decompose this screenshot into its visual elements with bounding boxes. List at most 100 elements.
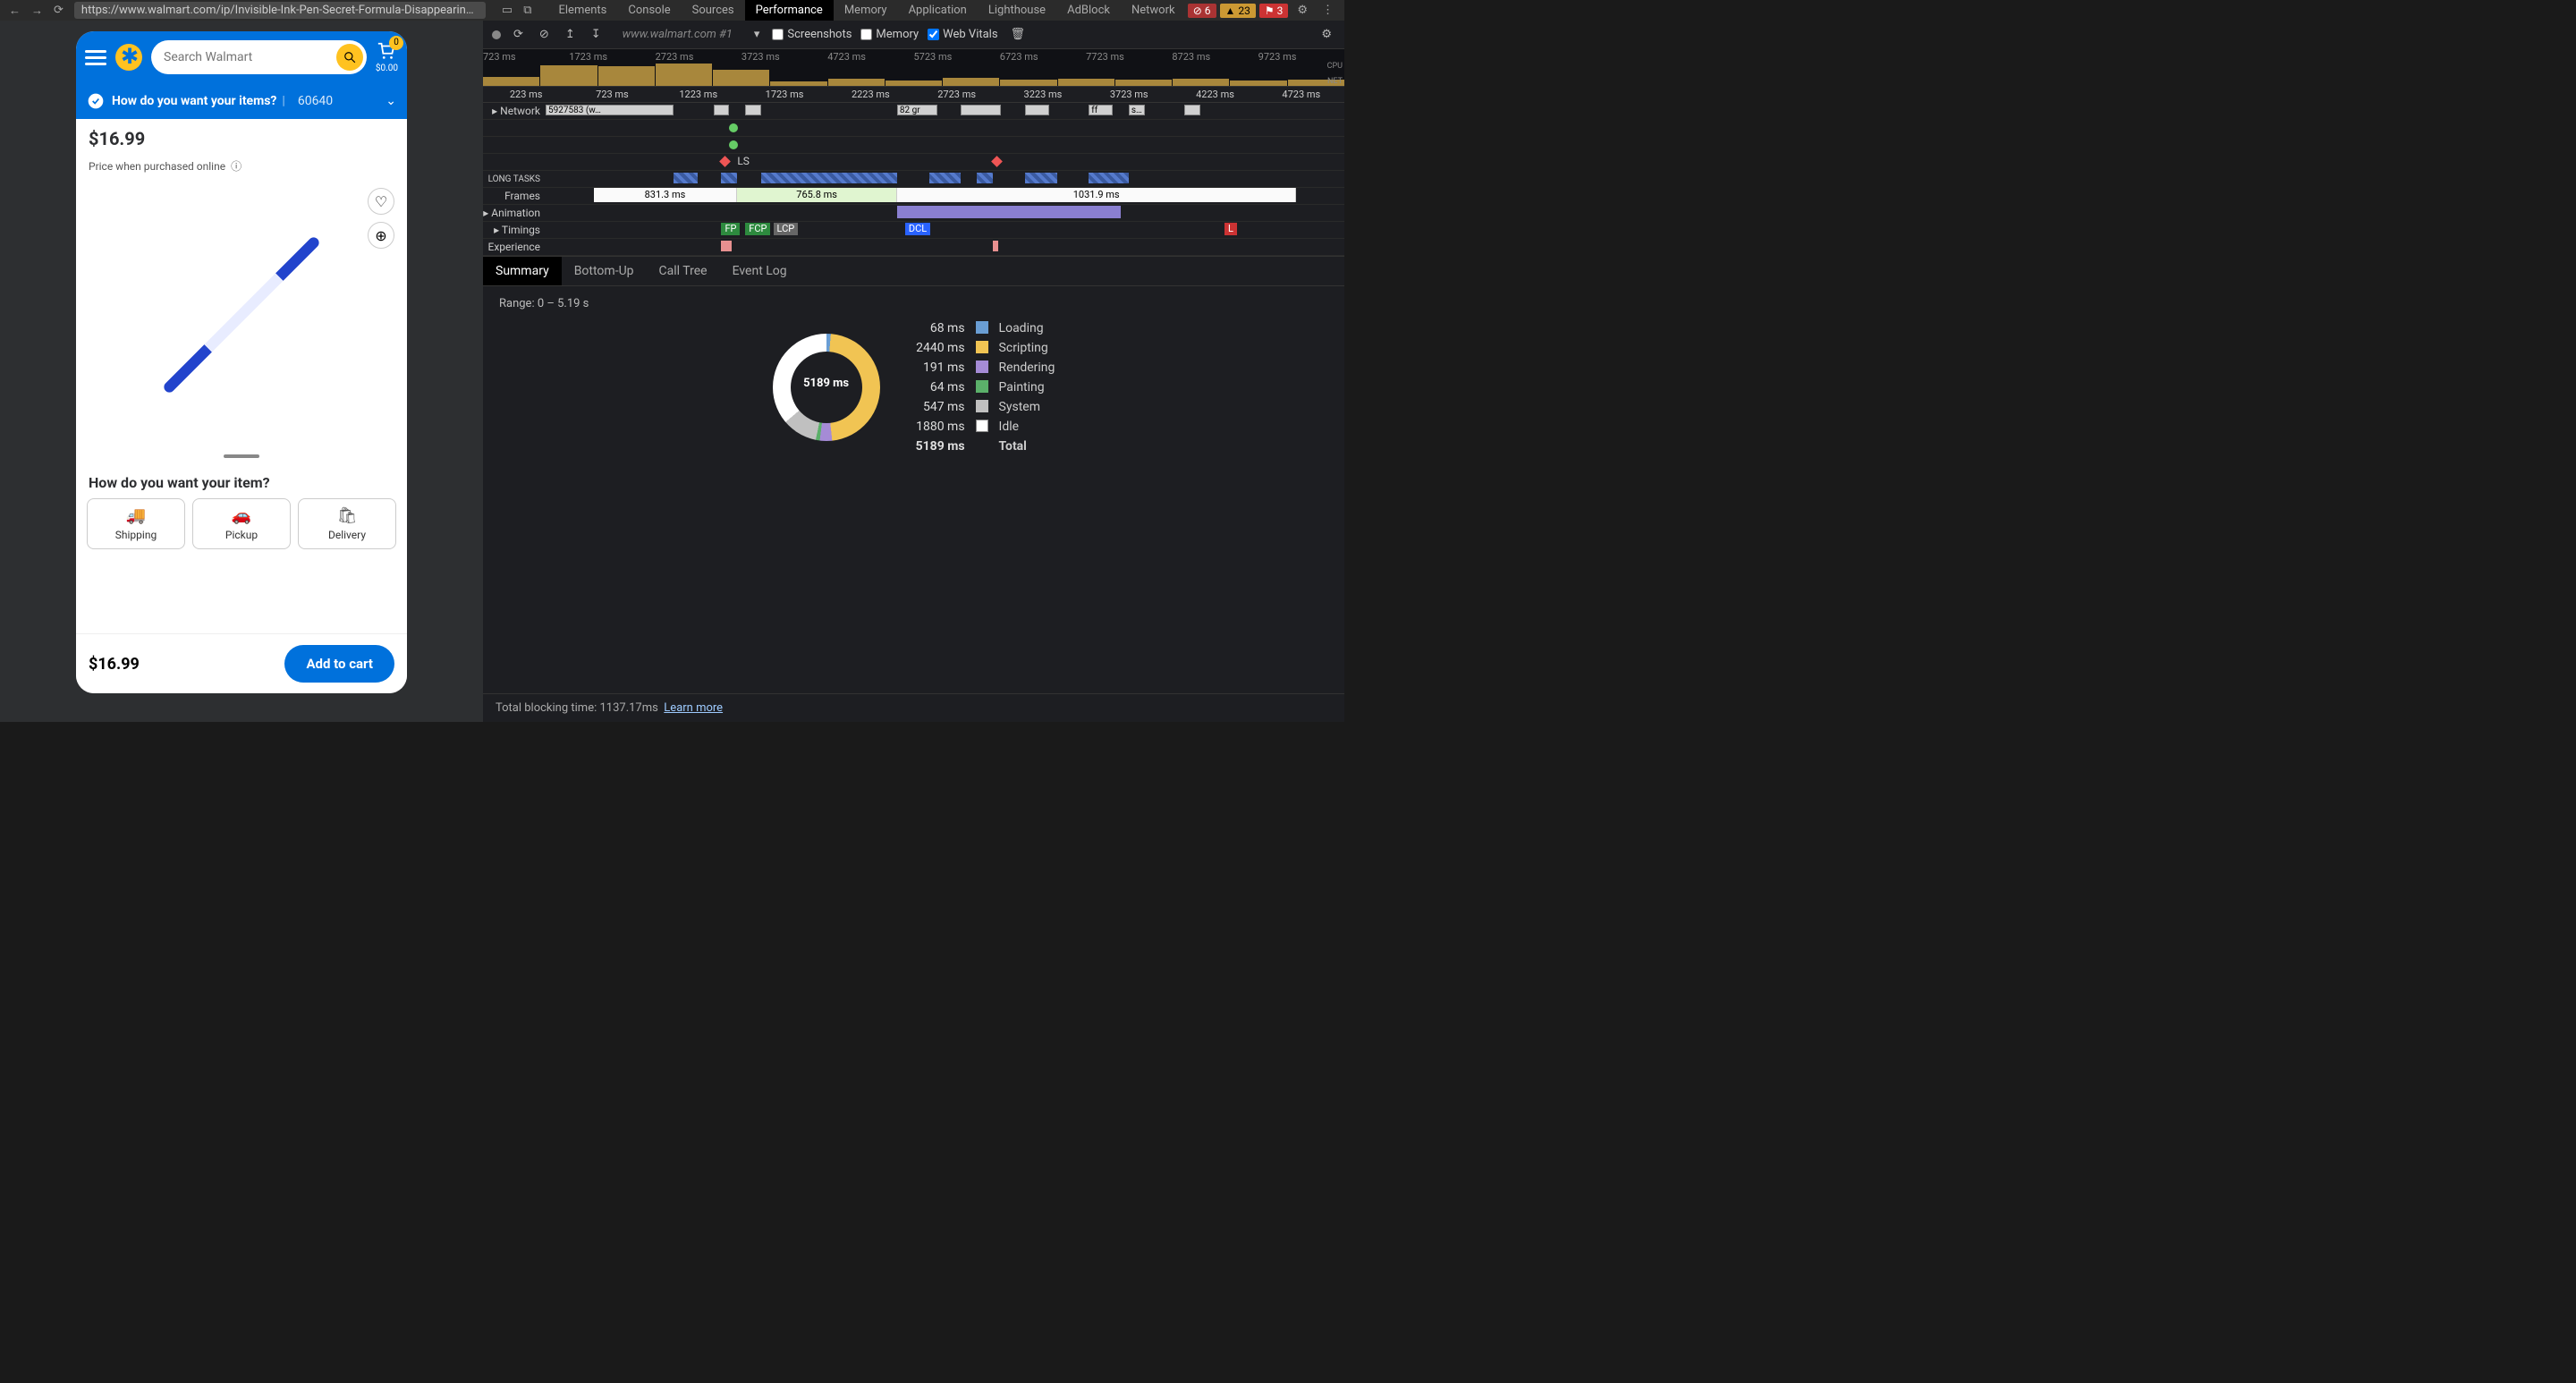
tab-call-tree[interactable]: Call Tree bbox=[647, 257, 720, 285]
memory-checkbox[interactable]: Memory bbox=[860, 28, 919, 41]
long-task[interactable] bbox=[1025, 173, 1057, 183]
location-icon bbox=[87, 92, 105, 110]
tab-summary[interactable]: Summary bbox=[483, 257, 562, 285]
layout-shift-marker[interactable] bbox=[991, 156, 1003, 167]
network-track-label[interactable]: ▸ Network bbox=[483, 105, 546, 117]
forward-button[interactable]: → bbox=[28, 4, 47, 18]
long-task[interactable] bbox=[929, 173, 962, 183]
more-icon[interactable]: ⋮ bbox=[1317, 4, 1339, 17]
favorite-button[interactable]: ♡ bbox=[368, 188, 394, 215]
option-delivery[interactable]: 🛍Delivery bbox=[298, 498, 396, 549]
web-vitals-checkbox[interactable]: Web Vitals bbox=[928, 28, 997, 41]
error-count-badge[interactable]: ⊘ 6 bbox=[1188, 4, 1216, 18]
url-bar[interactable]: https://www.walmart.com/ip/Invisible-Ink… bbox=[74, 2, 486, 19]
network-request[interactable]: ff bbox=[1089, 105, 1113, 115]
donut-center-value: 5189 ms bbox=[773, 377, 880, 390]
long-task[interactable] bbox=[1089, 173, 1129, 183]
experience-marker[interactable] bbox=[721, 241, 732, 251]
web-vital-marker[interactable] bbox=[729, 123, 738, 132]
timeline-overview[interactable]: 723 ms1723 ms2723 ms3723 ms4723 ms5723 m… bbox=[483, 49, 1344, 87]
target-select[interactable]: www.walmart.com #1 bbox=[614, 28, 741, 41]
back-button[interactable]: ← bbox=[5, 4, 24, 18]
price-note: Price when purchased online bbox=[89, 160, 225, 173]
truck-icon: 🚚 bbox=[91, 506, 181, 525]
walmart-logo-icon[interactable] bbox=[115, 44, 142, 71]
clear-button[interactable]: ⊘ bbox=[536, 26, 553, 43]
devtools-tabs: Elements Console Sources Performance Mem… bbox=[548, 0, 1186, 21]
tab-lighthouse[interactable]: Lighthouse bbox=[978, 0, 1056, 21]
frame[interactable]: 1031.9 ms bbox=[897, 188, 1297, 202]
web-vital-marker[interactable] bbox=[729, 140, 738, 149]
option-pickup[interactable]: 🚗Pickup bbox=[192, 498, 291, 549]
layout-shift-marker[interactable] bbox=[720, 156, 732, 167]
delete-icon[interactable]: 🗑 bbox=[1007, 26, 1030, 43]
network-request[interactable] bbox=[714, 105, 730, 115]
warning-count-badge[interactable]: ▲ 23 bbox=[1220, 4, 1256, 18]
network-request[interactable]: s… bbox=[1129, 105, 1145, 115]
timing-fp[interactable]: FP bbox=[721, 223, 740, 235]
long-task[interactable] bbox=[674, 173, 698, 183]
save-profile-button[interactable]: ↧ bbox=[588, 26, 605, 43]
target-dropdown-icon[interactable]: ▾ bbox=[750, 26, 764, 43]
reload-button[interactable]: ⟳ bbox=[50, 4, 67, 18]
tab-console[interactable]: Console bbox=[617, 0, 681, 21]
experience-track-label[interactable]: Experience bbox=[483, 241, 546, 253]
tab-adblock[interactable]: AdBlock bbox=[1056, 0, 1121, 21]
mobile-viewport: 0 $0.00 How do you want your items? | 60… bbox=[76, 31, 407, 693]
zoom-button[interactable]: ⊕ bbox=[368, 222, 394, 249]
long-task[interactable] bbox=[977, 173, 993, 183]
add-to-cart-button[interactable]: Add to cart bbox=[284, 645, 394, 683]
timing-dcl[interactable]: DCL bbox=[905, 223, 930, 235]
flame-chart-area[interactable]: ▸ Network 5927583 (w… 82 gr ff s… bbox=[483, 103, 1344, 256]
info-icon[interactable]: ⓘ bbox=[231, 158, 242, 174]
learn-more-link[interactable]: Learn more bbox=[664, 701, 723, 715]
long-task[interactable] bbox=[761, 173, 897, 183]
option-shipping[interactable]: 🚚Shipping bbox=[87, 498, 185, 549]
search-input[interactable] bbox=[164, 50, 336, 64]
perf-settings-icon[interactable]: ⚙ bbox=[1318, 26, 1335, 43]
browser-toolbar: ← → ⟳ https://www.walmart.com/ip/Invisib… bbox=[0, 0, 1344, 21]
reload-record-button[interactable]: ⟳ bbox=[510, 26, 527, 43]
timeline-ruler[interactable]: 223 ms723 ms1223 ms1723 ms2223 ms2723 ms… bbox=[483, 87, 1344, 103]
search-button[interactable] bbox=[336, 44, 363, 71]
frames-track-label[interactable]: Frames bbox=[483, 190, 546, 202]
load-profile-button[interactable]: ↥ bbox=[562, 26, 579, 43]
record-button[interactable] bbox=[492, 30, 501, 39]
tab-memory[interactable]: Memory bbox=[834, 0, 898, 21]
fulfillment-question: How do you want your item? bbox=[76, 463, 407, 498]
timing-lcp[interactable]: LCP bbox=[774, 223, 799, 235]
tab-application[interactable]: Application bbox=[898, 0, 978, 21]
cart-button[interactable]: 0 $0.00 bbox=[376, 41, 398, 73]
network-request[interactable] bbox=[745, 105, 761, 115]
settings-icon[interactable]: ⚙ bbox=[1292, 4, 1313, 17]
tab-event-log[interactable]: Event Log bbox=[720, 257, 800, 285]
footer-price: $16.99 bbox=[89, 655, 140, 674]
long-task[interactable] bbox=[721, 173, 737, 183]
experience-marker[interactable] bbox=[993, 241, 998, 251]
network-request[interactable] bbox=[961, 105, 1001, 115]
inspect-icon[interactable]: ▭ bbox=[496, 4, 518, 17]
menu-icon[interactable] bbox=[85, 47, 106, 69]
screenshots-checkbox[interactable]: Screenshots bbox=[772, 28, 852, 41]
fulfillment-intent-bar[interactable]: How do you want your items? | 60640 ⌄ bbox=[76, 83, 407, 119]
network-request[interactable]: 5927583 (w… bbox=[546, 105, 674, 115]
timings-track-label[interactable]: ▸ Timings bbox=[483, 224, 546, 236]
network-request[interactable] bbox=[1025, 105, 1049, 115]
tab-performance[interactable]: Performance bbox=[745, 0, 834, 21]
tab-elements[interactable]: Elements bbox=[548, 0, 618, 21]
animation-track-label[interactable]: ▸ Animation bbox=[483, 207, 546, 219]
tab-bottom-up[interactable]: Bottom-Up bbox=[562, 257, 647, 285]
issues-count-badge[interactable]: ⚑ 3 bbox=[1259, 4, 1288, 18]
network-request[interactable]: 82 gr bbox=[897, 105, 937, 115]
frame[interactable]: 831.3 ms bbox=[594, 188, 738, 202]
device-icon[interactable]: ⧉ bbox=[518, 4, 537, 17]
frame[interactable]: 765.8 ms bbox=[737, 188, 897, 202]
network-request[interactable] bbox=[1184, 105, 1200, 115]
timing-fcp[interactable]: FCP bbox=[745, 223, 770, 235]
performance-panel: ⟳ ⊘ ↥ ↧ www.walmart.com #1 ▾ Screenshots… bbox=[483, 21, 1344, 722]
chevron-down-icon[interactable]: ⌄ bbox=[386, 94, 396, 108]
tab-sources[interactable]: Sources bbox=[682, 0, 745, 21]
animation-span[interactable] bbox=[897, 206, 1121, 218]
timing-load[interactable]: L bbox=[1224, 223, 1237, 235]
tab-network[interactable]: Network bbox=[1121, 0, 1186, 21]
